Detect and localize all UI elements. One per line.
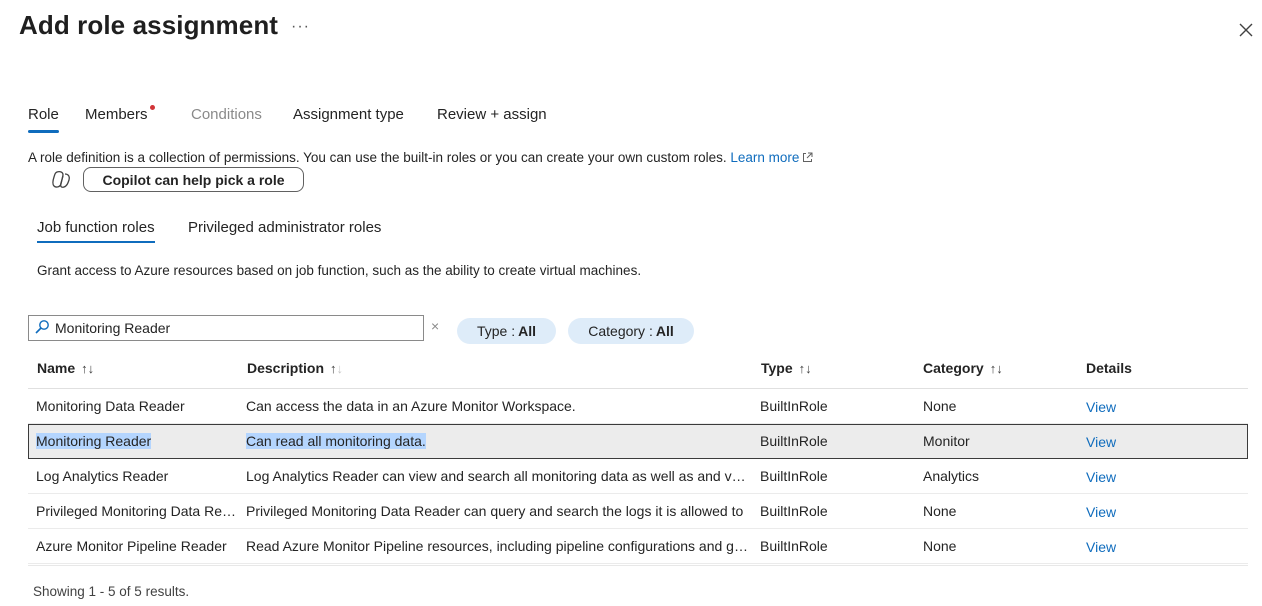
- role-name: Azure Monitor Pipeline Reader: [36, 538, 227, 554]
- search-box[interactable]: [28, 315, 424, 341]
- column-header-description[interactable]: Description ↑↓: [247, 360, 343, 376]
- role-name: Monitoring Reader: [36, 433, 236, 449]
- copilot-icon: [50, 170, 72, 190]
- selected-text: Monitoring Reader: [36, 433, 152, 449]
- role-name: Monitoring Data Reader: [36, 398, 185, 414]
- role-type: BuiltInRole: [760, 468, 828, 484]
- learn-more-label: Learn more: [730, 150, 800, 165]
- role-definition-description: A role definition is a collection of per…: [28, 150, 813, 166]
- type-filter-label: Type :: [476, 323, 516, 339]
- column-name-label: Name: [37, 360, 76, 376]
- role-category: None: [923, 503, 957, 519]
- role-category: None: [923, 538, 957, 554]
- tab-privileged-administrator-roles[interactable]: Privileged administrator roles: [188, 219, 381, 236]
- role-description: Privileged Monitoring Data Reader can qu…: [246, 503, 744, 519]
- external-link-icon: [802, 151, 813, 166]
- search-icon: [34, 319, 50, 340]
- members-required-indicator: [150, 105, 155, 110]
- view-details-link[interactable]: View: [1086, 469, 1116, 485]
- selected-text: Can read all monitoring data.: [246, 433, 426, 449]
- clear-search-icon[interactable]: ×: [431, 318, 439, 334]
- role-category: Monitor: [923, 433, 970, 449]
- page-title: Add role assignment: [19, 10, 279, 40]
- role-category: None: [923, 398, 957, 414]
- sort-icon: ↑↓: [330, 361, 344, 376]
- search-input[interactable]: [55, 319, 415, 337]
- category-filter-pill[interactable]: Category : All: [568, 318, 694, 344]
- view-details-link[interactable]: View: [1086, 434, 1116, 450]
- tab-conditions: Conditions: [191, 106, 262, 123]
- close-icon[interactable]: [1236, 20, 1256, 40]
- role-category: Analytics: [923, 468, 980, 484]
- tab-role[interactable]: Role: [28, 106, 59, 133]
- role-definition-text: A role definition is a collection of per…: [28, 150, 727, 165]
- view-details-link[interactable]: View: [1086, 399, 1116, 415]
- more-options-button[interactable]: ···: [291, 18, 310, 36]
- tab-job-function-roles[interactable]: Job function roles: [37, 219, 155, 243]
- tab-review-assign[interactable]: Review + assign: [437, 106, 547, 123]
- view-details-link[interactable]: View: [1086, 539, 1116, 555]
- tab-assignment-type[interactable]: Assignment type: [293, 106, 404, 123]
- learn-more-link[interactable]: Learn more: [730, 150, 813, 165]
- column-header-type[interactable]: Type ↑↓: [761, 360, 812, 376]
- column-header-details: Details: [1086, 360, 1132, 376]
- role-description: Can read all monitoring data.: [246, 433, 751, 449]
- role-type: BuiltInRole: [760, 538, 828, 554]
- sort-icon: ↑↓: [989, 361, 1003, 376]
- table-row[interactable]: Azure Monitor Pipeline Reader Read Azure…: [28, 529, 1248, 564]
- column-header-category[interactable]: Category ↑↓: [923, 360, 1003, 376]
- category-filter-value: All: [655, 323, 674, 339]
- role-description: Log Analytics Reader can view and search…: [246, 468, 748, 484]
- results-count: Showing 1 - 5 of 5 results.: [33, 584, 190, 599]
- role-description: Read Azure Monitor Pipeline resources, i…: [246, 538, 750, 554]
- column-description-label: Description: [247, 360, 325, 376]
- copilot-help-button[interactable]: Copilot can help pick a role: [83, 167, 304, 192]
- column-type-label: Type: [761, 360, 793, 376]
- sort-icon: ↑↓: [81, 361, 95, 376]
- role-type: BuiltInRole: [760, 398, 828, 414]
- role-description: Can access the data in an Azure Monitor …: [246, 398, 576, 414]
- view-details-link[interactable]: View: [1086, 504, 1116, 520]
- role-type: BuiltInRole: [760, 503, 828, 519]
- table-row-selected[interactable]: Monitoring Reader Can read all monitorin…: [28, 424, 1248, 459]
- role-name: Privileged Monitoring Data Reader: [36, 503, 237, 519]
- column-header-name[interactable]: Name ↑↓: [37, 360, 94, 376]
- column-category-label: Category: [923, 360, 984, 376]
- type-filter-pill[interactable]: Type : All: [457, 318, 556, 344]
- table-bottom-divider: [28, 565, 1248, 566]
- table-row[interactable]: Monitoring Data Reader Can access the da…: [28, 389, 1248, 424]
- job-function-description: Grant access to Azure resources based on…: [37, 263, 642, 278]
- table-row[interactable]: Log Analytics Reader Log Analytics Reade…: [28, 459, 1248, 494]
- table-row[interactable]: Privileged Monitoring Data Reader Privil…: [28, 494, 1248, 529]
- tab-members[interactable]: Members: [85, 106, 148, 123]
- type-filter-value: All: [518, 323, 537, 339]
- category-filter-label: Category :: [588, 323, 653, 339]
- role-name: Log Analytics Reader: [36, 468, 169, 484]
- role-type: BuiltInRole: [760, 433, 828, 449]
- sort-icon: ↑↓: [798, 361, 812, 376]
